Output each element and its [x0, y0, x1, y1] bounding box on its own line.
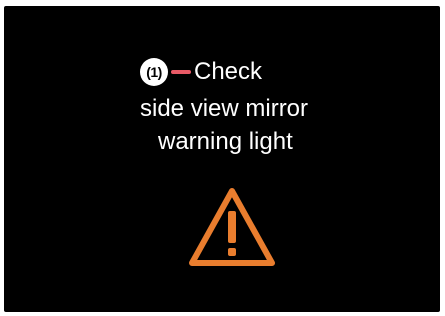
message-line-2: side view mirror — [140, 95, 309, 122]
exclamation-dot — [228, 248, 236, 256]
callout-row: (1) Check — [140, 57, 262, 87]
warning-triangle-icon — [189, 188, 275, 266]
exclamation-bar — [228, 211, 236, 243]
message-line-1: Check — [194, 58, 263, 85]
callout-leader-line — [171, 70, 191, 74]
instrument-display: (1) Check side view mirror warning light — [4, 6, 440, 312]
display-frame: (1) Check side view mirror warning light — [0, 0, 445, 316]
callout-number-badge: (1) — [140, 58, 168, 86]
message-line-3: warning light — [158, 128, 293, 155]
